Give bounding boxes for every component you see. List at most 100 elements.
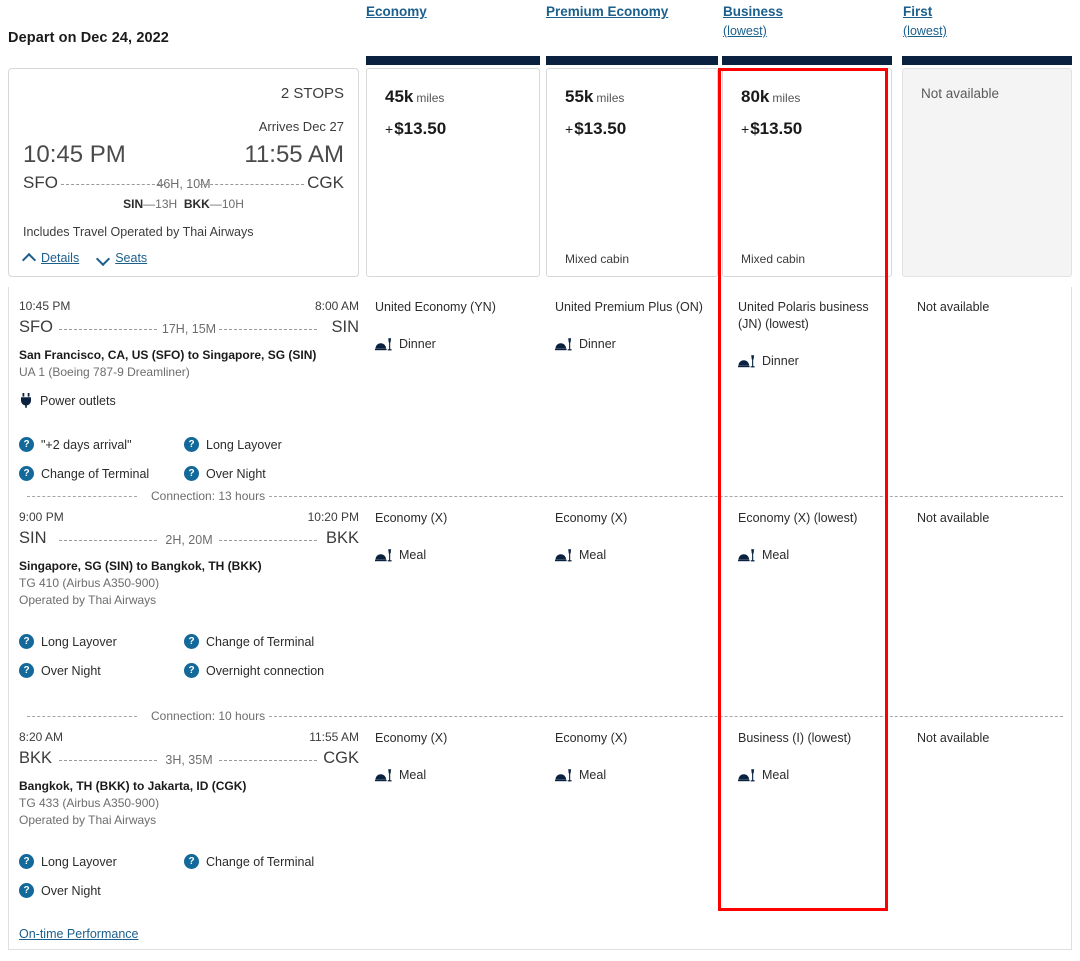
segment-3-operated: Operated by Thai Airways [19, 813, 157, 827]
details-toggle-label: Details [41, 251, 80, 265]
fare-mixed-cabin-premium-economy: Mixed cabin [565, 252, 630, 266]
segment-3-destination: CGK [323, 749, 359, 767]
fare-card-business[interactable]: 80k miles +$13.50 Mixed cabin [722, 68, 892, 277]
fare-card-premium-economy[interactable]: 55k miles +$13.50 Mixed cabin [546, 68, 718, 277]
fare-plus-premium-economy: + [565, 121, 574, 137]
help-icon: ? [19, 854, 34, 869]
segment-3-cabin-name-premium-economy: Economy (X) [555, 731, 628, 745]
segment-3-meal-premium-economy: Meal [555, 767, 705, 784]
help-icon: ? [184, 854, 199, 869]
fare-column-header-premium-economy[interactable]: Premium Economy [546, 2, 668, 22]
on-time-performance-link[interactable]: On-time Performance [19, 927, 138, 941]
segment-2-meal-label-business: Meal [762, 548, 790, 562]
fare-column-link-premium-economy[interactable]: Premium Economy [546, 2, 668, 22]
segment-3-cabin-premium-economy: Economy (X) Meal [555, 730, 705, 784]
summary-depart-time: 10:45 PM [23, 141, 126, 168]
segment-1-badge-0[interactable]: ? "+2 days arrival" [19, 437, 132, 452]
stop2-code: BKK [183, 197, 210, 211]
meal-icon [555, 549, 572, 562]
fare-column-link-economy[interactable]: Economy [366, 2, 427, 22]
fare-miles-value-business: 80k [741, 87, 770, 106]
segment-1-cabin-premium-economy: United Premium Plus (ON) Dinner [555, 299, 705, 353]
fare-mixed-cabin-business: Mixed cabin [741, 252, 806, 266]
segment-1-meal-economy: Dinner [375, 336, 535, 353]
segment-1-amenity-label: Power outlets [40, 393, 116, 408]
segment-2-badge-1[interactable]: ? Change of Terminal [184, 634, 314, 649]
help-icon: ? [19, 663, 34, 678]
help-icon: ? [184, 437, 199, 452]
segment-3-badge-0[interactable]: ? Long Layover [19, 854, 117, 869]
segment-row-1: 10:45 PM 8:00 AM SFO 17H, 15M SIN San Fr… [9, 299, 1073, 495]
fare-column-headers: Economy Premium Economy Business (lowest… [0, 0, 1080, 56]
details-toggle[interactable]: Details [23, 251, 79, 265]
fare-column-sub-first[interactable]: (lowest) [903, 22, 947, 41]
meal-icon [375, 769, 392, 782]
segment-3-meal-business: Meal [738, 767, 888, 784]
segment-3-depart-time: 8:20 AM [19, 730, 64, 744]
fare-plus-economy: + [385, 121, 394, 137]
segment-2-meal-label-premium-economy: Meal [579, 548, 607, 562]
segment-1-badge-2[interactable]: ? Change of Terminal [19, 466, 149, 481]
segment-2-badge-1-label: Change of Terminal [206, 634, 315, 649]
fare-column-link-first[interactable]: First [903, 2, 947, 22]
segment-2-badge-0[interactable]: ? Long Layover [19, 634, 117, 649]
segment-3-badge-2[interactable]: ? Over Night [19, 883, 101, 898]
fare-cash-business: +$13.50 [741, 119, 802, 139]
meal-icon [555, 769, 572, 782]
segment-1-depart-time: 10:45 PM [19, 299, 71, 313]
summary-stop-details: SIN—13H BKK—10H [9, 197, 358, 211]
fare-miles-unit-premium-economy: miles [596, 91, 625, 105]
summary-route: SFO 46H, 10M CGK [23, 173, 344, 197]
segment-1-cabin-name-business: United Polaris business (JN) (lowest) [738, 300, 869, 331]
segment-2-arrive-time: 10:20 PM [307, 510, 359, 524]
fare-miles-unit-business: miles [772, 91, 801, 105]
fare-column-sub-business[interactable]: (lowest) [723, 22, 783, 41]
segment-3-meal-label-business: Meal [762, 768, 790, 782]
fare-column-header-business[interactable]: Business (lowest) [723, 2, 783, 41]
meal-icon [738, 549, 755, 562]
segment-1-destination: SIN [331, 318, 359, 336]
segment-1-badge-2-label: Change of Terminal [41, 466, 150, 481]
segment-1-badge-3[interactable]: ? Over Night [184, 466, 266, 481]
segment-3-equipment: TG 433 (Airbus A350-900) [19, 796, 160, 810]
fare-column-accent-business [722, 56, 892, 65]
seats-toggle[interactable]: Seats [97, 251, 147, 265]
segment-3-arrive-time: 11:55 AM [309, 730, 359, 744]
segment-1-amenity: Power outlets [19, 393, 359, 408]
segment-2-cabin-premium-economy: Economy (X) Meal [555, 510, 705, 564]
segment-1-meal-label-business: Dinner [762, 354, 799, 368]
help-icon: ? [184, 634, 199, 649]
segment-2-badge-3[interactable]: ? Overnight connection [184, 663, 324, 678]
segment-2-cabin-name-business: Economy (X) (lowest) [738, 511, 858, 525]
segment-3-cabin-name-first: Not available [917, 731, 990, 745]
stop1-duration: 13H [155, 197, 178, 211]
connection-1: Connection: 13 hours [19, 489, 1063, 503]
fare-column-accent-economy [366, 56, 540, 65]
segment-2-badge-0-label: Long Layover [41, 634, 117, 649]
segment-2-times: 9:00 PM 10:20 PM [19, 510, 359, 527]
fare-column-link-business[interactable]: Business [723, 2, 783, 22]
segment-1-dash-right [219, 329, 317, 330]
connection-1-line-right [269, 496, 1063, 497]
segment-1-badge-1[interactable]: ? Long Layover [184, 437, 282, 452]
fare-cash-premium-economy: +$13.50 [565, 119, 626, 139]
fare-card-economy[interactable]: 45k miles +$13.50 [366, 68, 540, 277]
segment-2-cabin-name-premium-economy: Economy (X) [555, 511, 628, 525]
segment-2-meal-business: Meal [738, 547, 888, 564]
connection-2-label: Connection: 10 hours [145, 709, 272, 723]
fare-cash-economy: +$13.50 [385, 119, 446, 139]
power-plug-icon [21, 393, 31, 408]
stops-count: 2 STOPS [280, 85, 344, 102]
connection-2-line-right [269, 716, 1063, 717]
segment-3-badge-1[interactable]: ? Change of Terminal [184, 854, 314, 869]
segment-2-badge-2[interactable]: ? Over Night [19, 663, 101, 678]
segment-2-operated: Operated by Thai Airways [19, 593, 157, 607]
fare-column-header-first[interactable]: First (lowest) [903, 2, 947, 41]
segment-2-cabin-first: Not available [917, 510, 1067, 527]
flight-summary-card[interactable]: 2 STOPS Arrives Dec 27 10:45 PM 11:55 AM… [8, 68, 359, 277]
summary-operated-note: Includes Travel Operated by Thai Airways [23, 225, 254, 239]
chevron-down-icon [97, 254, 110, 263]
connection-1-label: Connection: 13 hours [145, 489, 272, 503]
fare-column-header-economy[interactable]: Economy [366, 2, 427, 22]
segment-2-cabin-business: Economy (X) (lowest) Meal [738, 510, 888, 564]
